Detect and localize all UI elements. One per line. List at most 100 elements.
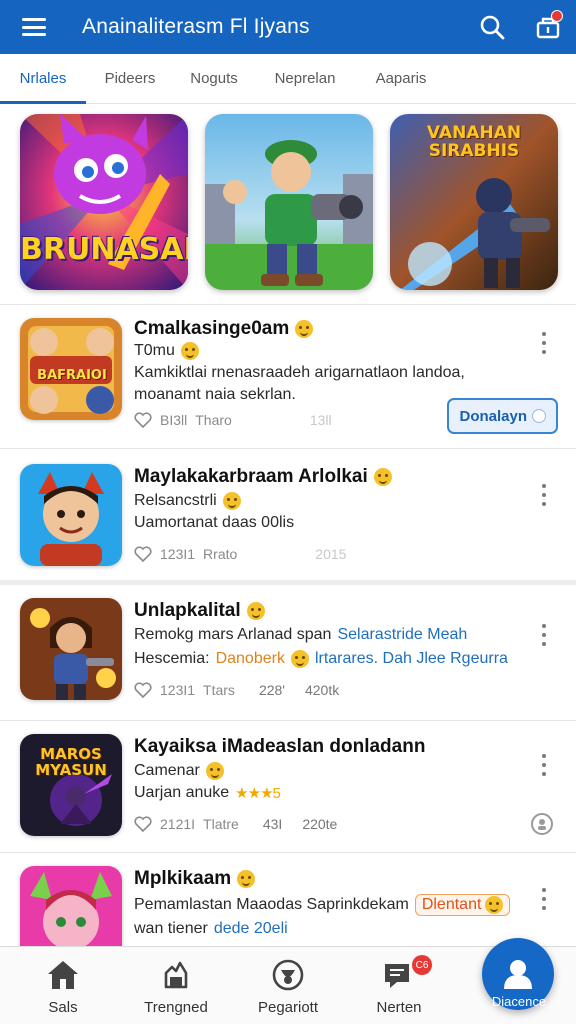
item-count: 2015	[315, 546, 347, 562]
list-item[interactable]: Maylakakarbraam Arlolkai Relsancstrli Ua…	[0, 450, 576, 578]
item-description: Uamortanat daas 00lis	[134, 514, 295, 531]
item-title: Mplkikaam	[134, 868, 256, 890]
item-count: 220te	[302, 816, 338, 832]
tab-aaparis[interactable]: Aaparis	[356, 54, 446, 104]
item-description-text: Hescemia:	[134, 650, 210, 667]
menu-icon	[22, 18, 46, 36]
likes-count: BI3ll	[160, 412, 188, 428]
item-subtitle: Camenar	[134, 762, 224, 780]
divider	[0, 448, 576, 449]
nav-item-trengned[interactable]: Trengned	[128, 947, 224, 1024]
emoji-icon	[295, 320, 314, 338]
app-bar: Anainaliterasm Fl Ijyans	[0, 0, 576, 54]
featured-card[interactable]: VANAHAN SIRABHIS	[390, 114, 558, 290]
likes-count: 123I1	[160, 682, 196, 698]
notification-button[interactable]	[520, 0, 576, 54]
item-subtitle: Relsancstrli	[134, 492, 241, 510]
search-icon	[480, 15, 505, 40]
item-thumbnail	[20, 464, 122, 566]
notification-badge: C6	[412, 955, 432, 975]
emoji-icon	[290, 650, 309, 668]
menu-button[interactable]	[0, 0, 68, 54]
status-chip-label: Dlentant	[421, 896, 482, 913]
item-meta: 123I1 Ttars 228' 420tk	[134, 682, 339, 698]
nav-item-sals[interactable]: Sals	[18, 947, 108, 1024]
nav-label: Diacence	[491, 994, 547, 1009]
item-subtitle-highlight: Selarastride Meah	[337, 626, 468, 643]
featured-carousel: BRUNASAI VANAHAN SIRABHIS	[0, 114, 576, 294]
featured-title: VANAHAN SIRABHIS	[390, 124, 558, 160]
featured-art	[205, 114, 373, 290]
nav-label: Sals	[48, 999, 78, 1016]
item-extra: 228'	[258, 682, 285, 698]
item-subtitle-text: Pemamlastan Maaodas Saprinkdekam	[134, 896, 409, 913]
emoji-icon	[180, 342, 199, 360]
item-meta-label: Rrato	[203, 546, 238, 562]
heart-icon[interactable]	[134, 546, 152, 562]
item-title-text: Cmalkasinge0am	[134, 318, 290, 339]
emoji-icon	[237, 870, 256, 888]
item-title-text: Kayaiksa iMadeaslan donladann	[134, 736, 426, 757]
emoji-icon	[485, 896, 504, 914]
nav-label: Trengned	[144, 999, 208, 1016]
pegariott-icon	[272, 959, 304, 991]
featured-title: BRUNASAI	[20, 232, 188, 267]
featured-card[interactable]	[205, 114, 373, 290]
item-subtitle: T0mu	[134, 342, 199, 360]
item-description: Hescemia: Danoberk lrtarares. Dah Jlee Rge…	[134, 650, 508, 668]
item-title: Maylakakarbraam Arlolkai	[134, 466, 392, 488]
tab-neprelan[interactable]: Neprelan	[254, 54, 356, 104]
list-item[interactable]: BAFRAIOI Cmalkasinge0am T0mu Kamkiktlai …	[0, 306, 576, 448]
more-options-icon[interactable]	[538, 332, 550, 354]
list-item[interactable]: MAROS MYASUN Kayaiksa iMadeaslan donlada…	[0, 722, 576, 852]
divider	[0, 720, 576, 721]
more-options-icon[interactable]	[538, 888, 550, 910]
more-options-icon[interactable]	[538, 484, 550, 506]
item-count: 13ll	[309, 412, 332, 428]
circle-icon	[532, 409, 546, 423]
rating-stars: ★★★5	[235, 785, 281, 802]
status-chip[interactable]: Dlentant	[414, 894, 511, 916]
featured-card[interactable]: BRUNASAI	[20, 114, 188, 290]
featured-title-line: SIRABHIS	[428, 141, 520, 161]
heart-icon[interactable]	[134, 682, 152, 698]
item-description-text: wan tiener	[134, 920, 208, 937]
item-description: Uarjan anuke ★★★5	[134, 784, 281, 802]
item-description-orange: Danoberk	[215, 650, 285, 667]
item-subtitle-text: T0mu	[134, 342, 175, 359]
nav-item-nerten[interactable]: C6 Nerten	[354, 947, 444, 1024]
item-thumbnail	[20, 598, 122, 700]
heart-icon[interactable]	[134, 816, 152, 832]
list-item[interactable]: Unlapkalital Remokg mars Arlanad span Sel…	[0, 586, 576, 720]
tab-nrlales[interactable]: Nrlales	[0, 54, 86, 104]
list-item[interactable]: Mplkikaam Pemamlastan Maaodas Saprinkdek…	[0, 854, 576, 946]
section-divider	[0, 580, 576, 585]
item-title-text: Unlapkalital	[134, 600, 241, 621]
notification-dot	[551, 10, 563, 22]
tab-noguts[interactable]: Noguts	[174, 54, 254, 104]
tab-pideers[interactable]: Pideers	[86, 54, 174, 104]
heart-icon[interactable]	[134, 412, 152, 428]
item-meta-label: Tharo	[195, 412, 232, 428]
app-title: Anainaliterasm Fl Ijyans	[82, 15, 310, 38]
emoji-icon	[373, 468, 392, 486]
nav-item-pegariott[interactable]: Pegariott	[240, 947, 336, 1024]
item-meta-label: Ttars	[203, 682, 235, 698]
profile-icon	[504, 960, 532, 989]
divider	[0, 304, 576, 305]
likes-count: 123I1	[160, 546, 196, 562]
download-button[interactable]: Donalayn	[447, 398, 558, 434]
search-button[interactable]	[464, 0, 520, 54]
item-title-text: Mplkikaam	[134, 868, 232, 889]
item-meta: 123I1 Rrato 2015	[134, 546, 346, 562]
trending-icon	[164, 961, 188, 989]
item-subtitle-text: Camenar	[134, 762, 200, 779]
divider	[0, 852, 576, 853]
download-status-icon[interactable]	[530, 812, 554, 836]
more-options-icon[interactable]	[538, 754, 550, 776]
item-title: Cmalkasinge0am	[134, 318, 314, 340]
nav-label: Nerten	[376, 999, 422, 1016]
more-options-icon[interactable]	[538, 624, 550, 646]
item-title-text: Maylakakarbraam Arlolkai	[134, 466, 368, 487]
home-icon	[48, 961, 78, 989]
